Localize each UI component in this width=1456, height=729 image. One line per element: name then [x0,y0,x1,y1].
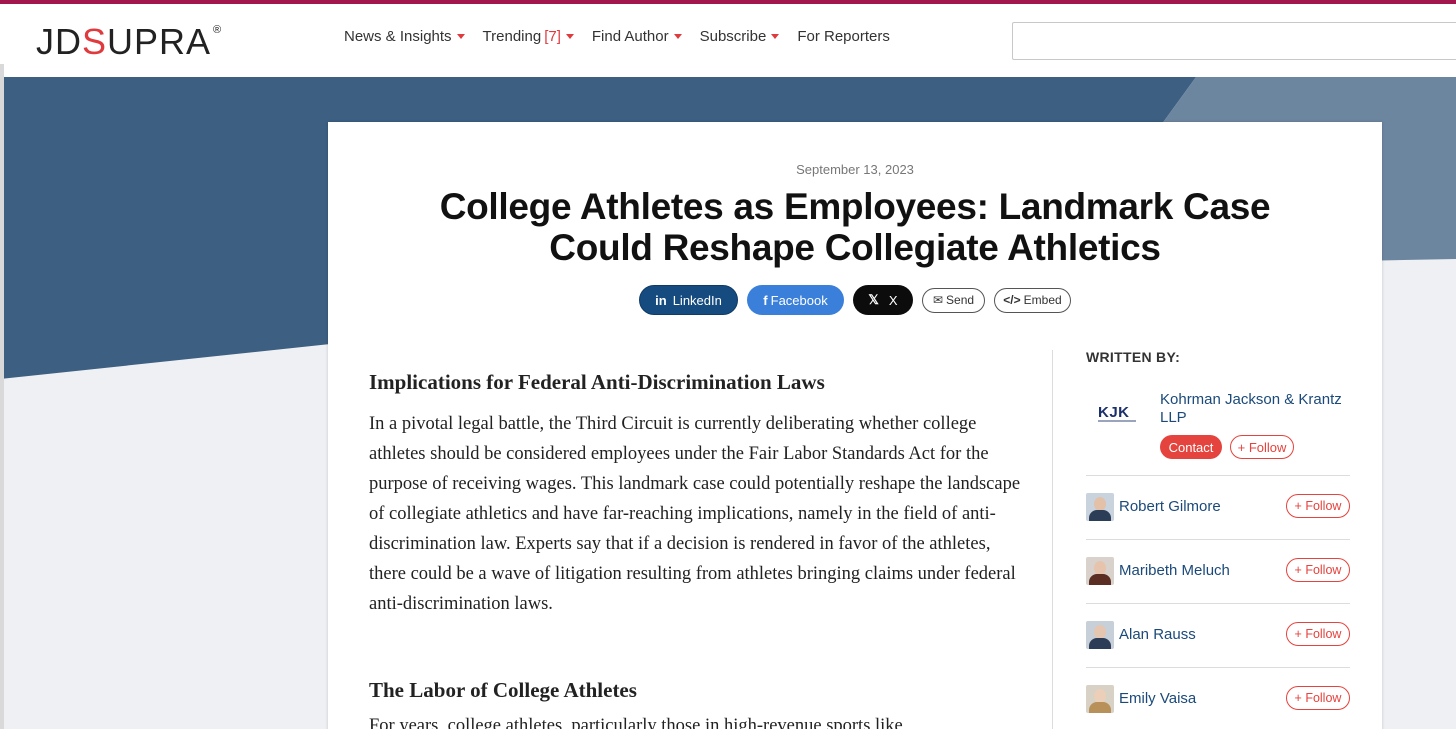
firm-name-link[interactable]: Kohrman Jackson & Krantz LLP [1160,391,1350,427]
avatar-suit [1089,638,1111,649]
avatar-face [1094,561,1106,575]
code-icon: </> [1003,293,1021,307]
nav-label: Subscribe [699,28,767,45]
avatar[interactable] [1086,685,1114,713]
avatar-face [1094,689,1106,703]
firm-logo[interactable]: KJK [1098,404,1130,421]
share-facebook-button[interactable]: f Facebook [747,285,844,315]
follow-author-button[interactable]: + Follow [1286,558,1350,582]
main-nav: News & Insights Trending [7] Find Author… [344,28,908,45]
nav-label: Trending [482,28,542,45]
share-label: X [888,292,898,308]
trending-count: [7] [544,28,561,45]
avatar-suit [1089,510,1111,521]
logo-part-upra: UPRA [107,21,212,62]
share-label: Facebook [770,292,828,308]
firm-logo-tagline [1098,420,1136,422]
nav-subscribe[interactable]: Subscribe [700,28,780,45]
window-left-edge [0,64,4,729]
follow-author-button[interactable]: + Follow [1286,686,1350,710]
author-row: Emily Vaisa + Follow [1086,668,1350,729]
share-embed-button[interactable]: </> Embed [994,287,1071,313]
search-input[interactable] [1012,22,1456,60]
share-label: Embed [1023,293,1062,307]
article-date: September 13, 2023 [796,162,914,177]
share-linkedin-button[interactable]: in LinkedIn [639,285,738,315]
article-paragraph-partial: For years, college athletes, particularl… [369,716,903,729]
logo-part-jd: JD [36,21,82,62]
author-name-link[interactable]: Robert Gilmore [1119,498,1221,515]
avatar[interactable] [1086,557,1114,585]
follow-author-button[interactable]: + Follow [1286,494,1350,518]
author-row: Maribeth Meluch + Follow [1086,540,1350,603]
linkedin-icon: in [655,292,667,308]
share-label: Send [946,293,975,307]
avatar-hair [1089,702,1111,713]
follow-author-button[interactable]: + Follow [1286,622,1350,646]
written-by-heading: WRITTEN BY: [1086,349,1181,365]
site-header: JD S UPRA ® News & Insights Trending [7] F… [0,4,1456,77]
logo-wordmark: JD S UPRA [36,22,211,62]
author-name-link[interactable]: Maribeth Meluch [1119,562,1230,579]
registered-mark: ® [213,24,222,36]
avatar[interactable] [1086,621,1114,649]
nav-label: Find Author [591,28,669,45]
logo-part-s: S [82,21,108,62]
caret-down-icon [565,34,574,39]
caret-down-icon [673,34,682,39]
article-paragraph: In a pivotal legal battle, the Third Cir… [369,414,1021,614]
share-bar: in LinkedIn f Facebook 𝕏 X ✉ Send </> Em… [639,285,1080,315]
author-row: Alan Rauss + Follow [1086,604,1350,667]
follow-firm-button[interactable]: + Follow [1230,435,1294,459]
nav-label: News & Insights [344,28,452,45]
avatar-face [1094,497,1106,511]
nav-for-reporters[interactable]: For Reporters [797,28,890,45]
author-name-link[interactable]: Emily Vaisa [1119,690,1196,707]
article-body: Implications for Federal Anti-Discrimina… [369,370,1029,619]
facebook-icon: f [763,292,768,308]
article-title: College Athletes as Employees: Landmark … [439,186,1271,268]
jdsupra-logo[interactable]: JD S UPRA ® [36,22,221,62]
nav-label: For Reporters [797,28,890,45]
share-label: LinkedIn [672,292,722,308]
caret-down-icon [771,34,780,39]
envelope-icon: ✉ [932,293,944,307]
author-row: Robert Gilmore + Follow [1086,476,1350,539]
x-icon: 𝕏 [868,292,879,307]
sidebar-divider [1052,350,1053,729]
contact-button[interactable]: Contact [1160,435,1222,459]
firm-block: KJK Kohrman Jackson & Krantz LLP Contact… [1086,365,1350,475]
share-x-button[interactable]: 𝕏 X [853,285,913,315]
caret-down-icon [456,34,465,39]
article-card: September 13, 2023 College Athletes as E… [328,122,1382,729]
section-heading: The Labor of College Athletes [369,678,637,702]
section-heading: Implications for Federal Anti-Discrimina… [369,370,825,394]
avatar-face [1094,625,1106,639]
avatar[interactable] [1086,493,1114,521]
author-name-link[interactable]: Alan Rauss [1119,626,1196,643]
nav-find-author[interactable]: Find Author [592,28,682,45]
nav-news-insights[interactable]: News & Insights [344,28,465,45]
nav-trending[interactable]: Trending [7] [483,28,574,45]
avatar-hair [1089,574,1111,585]
share-send-button[interactable]: ✉ Send [922,287,985,313]
authors-sidebar: WRITTEN BY: KJK Kohrman Jackson & Krantz… [1086,349,1350,729]
